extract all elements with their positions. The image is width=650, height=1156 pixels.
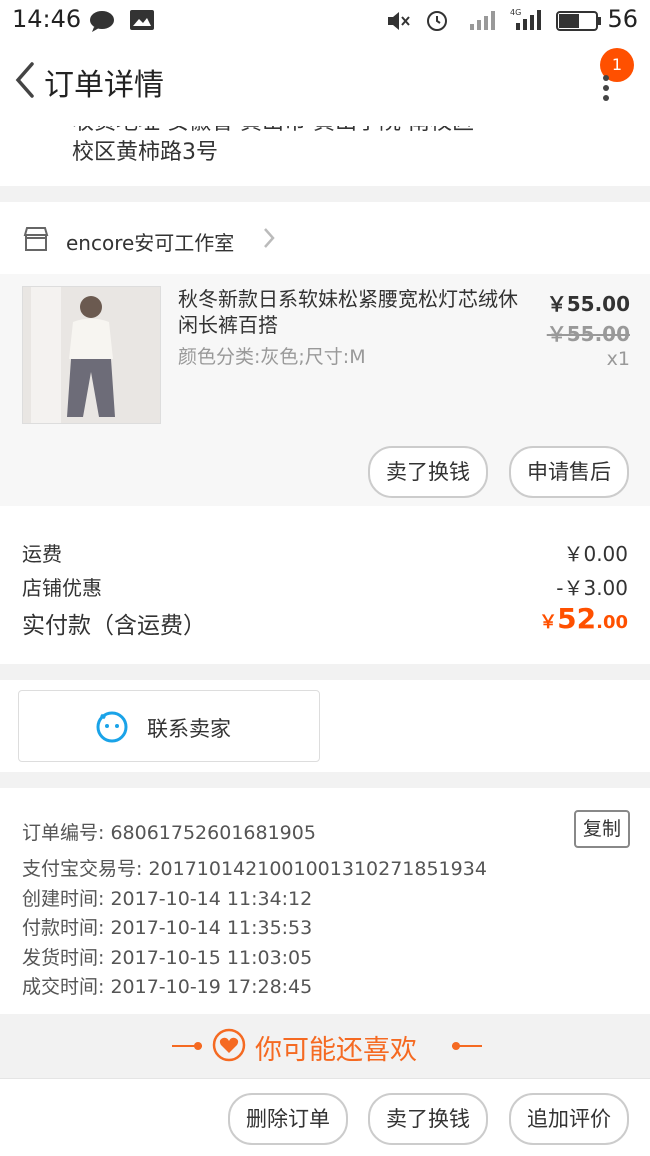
product-thumbnail[interactable] (22, 286, 161, 424)
more-menu-icon[interactable] (598, 74, 614, 102)
recommend-header: 你可能还喜欢 (0, 1014, 650, 1078)
discount-label: 店铺优惠 (22, 576, 102, 600)
alarm-icon (427, 11, 447, 31)
contact-section: 联系卖家 (0, 680, 650, 772)
completed-time: 成交时间: 2017-10-19 17:28:45 (22, 976, 313, 998)
shipped-time: 发货时间: 2017-10-15 11:03:05 (22, 947, 313, 969)
shop-name[interactable]: encore安可工作室 (66, 227, 234, 256)
created-time: 创建时间: 2017-10-14 11:34:12 (22, 888, 313, 910)
copy-button[interactable]: 复制 (574, 810, 630, 848)
address-line-2: 校区黄柿路3号 (72, 140, 218, 165)
svg-text:4G: 4G (510, 8, 521, 17)
mute-icon (388, 12, 410, 30)
order-info: 订单编号: 68061752601681905 复制 支付宝交易号: 20171… (0, 788, 650, 1014)
heart-icon (212, 1028, 246, 1062)
shipping-address: 收货地址 安徽省 黄山市 黄山学院 南校区 校区黄柿路3号 (0, 126, 650, 186)
divider-dot-left (194, 1042, 202, 1050)
product-sku: 颜色分类:灰色;尺寸:M (178, 346, 366, 368)
signal-icon-1 (470, 11, 495, 30)
image-notification-icon (130, 10, 154, 30)
back-arrow-icon[interactable] (10, 60, 40, 100)
nav-header: 订单详情 (0, 42, 650, 126)
alipay-trade-number: 支付宝交易号: 2017101421001001310271851934 (22, 858, 487, 880)
product-quantity: x1 (606, 348, 630, 370)
chat-bubble-icon (96, 711, 128, 743)
shipping-value: ￥0.00 (563, 542, 628, 566)
product-photo-icon (23, 287, 160, 423)
shipping-label: 运费 (22, 542, 62, 566)
battery-icon (556, 11, 601, 31)
battery-percent: 56 (607, 5, 638, 33)
add-review-button[interactable]: 追加评价 (509, 1093, 629, 1145)
after-sale-button[interactable]: 申请售后 (509, 446, 629, 498)
order-number: 订单编号: 68061752601681905 (22, 822, 316, 844)
page-title: 订单详情 (44, 68, 164, 103)
discount-value: -￥3.00 (556, 576, 628, 600)
contact-seller-button[interactable]: 联系卖家 (18, 690, 320, 762)
chevron-right-icon[interactable] (262, 226, 276, 250)
message-icon (90, 11, 114, 32)
paid-time: 付款时间: 2017-10-14 11:35:53 (22, 917, 313, 939)
total-currency: ￥ (539, 612, 558, 633)
total-integer: 52 (557, 602, 597, 635)
contact-seller-label: 联系卖家 (147, 717, 231, 741)
product-price: ￥55.00 (546, 292, 630, 316)
signal-icon-2: 4G (510, 8, 541, 30)
delete-order-button[interactable]: 删除订单 (228, 1093, 348, 1145)
recommend-title: 你可能还喜欢 (255, 1035, 417, 1066)
order-item-card: encore安可工作室 秋冬新款日系软妹松紧腰宽松灯芯绒休闲长裤百搭 颜色分类:… (0, 202, 650, 506)
status-bar: 14:46 4G 56 (0, 0, 650, 42)
product-original-price: ￥55.00 (546, 322, 630, 346)
divider-right (452, 1045, 482, 1047)
total-decimal: .00 (596, 612, 628, 633)
resell-button[interactable]: 卖了换钱 (368, 446, 488, 498)
product-title[interactable]: 秋冬新款日系软妹松紧腰宽松灯芯绒休闲长裤百搭 (178, 286, 518, 338)
total-amount: ￥52.00 (539, 602, 628, 635)
status-time: 14:46 (12, 5, 82, 33)
fee-summary: 运费 ￥0.00 店铺优惠 -￥3.00 实付款（含运费） ￥52.00 (0, 506, 650, 664)
shop-icon (23, 227, 49, 251)
total-label: 实付款（含运费） (22, 613, 206, 639)
resell-bottom-button[interactable]: 卖了换钱 (368, 1093, 488, 1145)
bottom-action-bar: 删除订单 卖了换钱 追加评价 (0, 1078, 650, 1156)
